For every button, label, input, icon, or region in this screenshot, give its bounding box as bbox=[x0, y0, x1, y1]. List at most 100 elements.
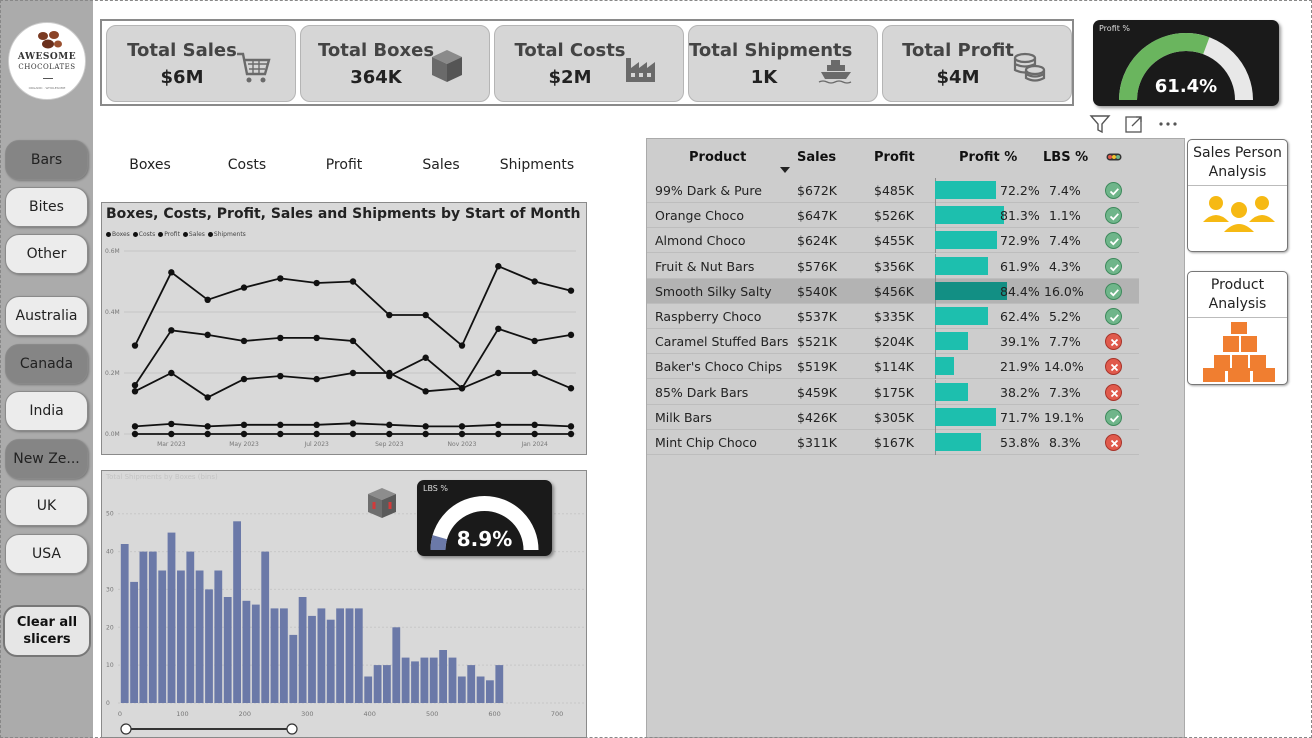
table-row[interactable]: 99% Dark & Pure $672K $485K 72.2% 7.4% bbox=[647, 178, 1139, 203]
data-point-boxes[interactable] bbox=[349, 420, 357, 427]
category-slicer-bars[interactable]: Bars bbox=[5, 140, 88, 180]
data-point-shipments[interactable] bbox=[422, 430, 429, 438]
column-header-lbs-pct[interactable]: LBS % bbox=[1043, 150, 1088, 165]
data-point-costs[interactable] bbox=[131, 388, 139, 395]
data-point-shipments[interactable] bbox=[313, 430, 320, 438]
histogram-bar[interactable] bbox=[495, 665, 504, 703]
histogram-bar[interactable] bbox=[205, 589, 213, 703]
histogram-bar[interactable] bbox=[383, 665, 391, 703]
data-point-costs[interactable] bbox=[168, 369, 175, 377]
data-point-sales[interactable] bbox=[495, 263, 502, 270]
data-point-boxes[interactable] bbox=[422, 423, 429, 430]
data-point-shipments[interactable] bbox=[567, 430, 575, 438]
data-point-costs[interactable] bbox=[349, 369, 357, 377]
data-point-profit[interactable] bbox=[567, 331, 575, 339]
histogram-bar[interactable] bbox=[186, 551, 195, 703]
data-point-profit[interactable] bbox=[495, 325, 502, 332]
data-point-boxes[interactable] bbox=[567, 423, 575, 430]
data-point-shipments[interactable] bbox=[168, 430, 175, 438]
histogram-bar[interactable] bbox=[439, 650, 447, 703]
country-slicer-usa[interactable]: USA bbox=[5, 534, 88, 574]
histogram-chart[interactable]: Total Shipments by Boxes (bins) 0 10 20 30 4… bbox=[101, 470, 587, 738]
measure-option-shipments[interactable]: Shipments bbox=[492, 157, 582, 173]
sales-person-analysis-button[interactable]: Sales Person Analysis bbox=[1187, 139, 1288, 252]
data-point-costs[interactable] bbox=[277, 372, 284, 380]
data-point-boxes[interactable] bbox=[204, 423, 211, 430]
product-analysis-button[interactable]: Product Analysis bbox=[1187, 271, 1288, 385]
data-point-profit[interactable] bbox=[422, 354, 429, 361]
data-point-costs[interactable] bbox=[313, 375, 320, 383]
data-point-shipments[interactable] bbox=[386, 430, 393, 438]
histogram-bar[interactable] bbox=[233, 521, 241, 703]
lbs-gauge[interactable]: LBS % 8.9% bbox=[417, 480, 552, 556]
data-point-shipments[interactable] bbox=[495, 430, 502, 438]
table-row[interactable]: Orange Choco $647K $526K 81.3% 1.1% bbox=[647, 203, 1139, 229]
measure-option-sales[interactable]: Sales bbox=[396, 157, 486, 173]
sort-descending-icon[interactable] bbox=[780, 167, 790, 173]
data-point-costs[interactable] bbox=[386, 369, 393, 377]
data-point-costs[interactable] bbox=[567, 385, 575, 392]
data-point-profit[interactable] bbox=[131, 382, 139, 389]
table-row[interactable]: 85% Dark Bars $459K $175K 38.2% 7.3% bbox=[647, 379, 1139, 405]
data-point-costs[interactable] bbox=[495, 369, 502, 377]
histogram-bar[interactable] bbox=[139, 551, 148, 703]
data-point-boxes[interactable] bbox=[458, 423, 466, 430]
data-point-sales[interactable] bbox=[458, 342, 466, 349]
histogram-bar[interactable] bbox=[223, 597, 232, 703]
histogram-bar[interactable] bbox=[251, 604, 260, 703]
histogram-bar[interactable] bbox=[345, 608, 354, 703]
data-point-sales[interactable] bbox=[422, 311, 429, 319]
data-point-sales[interactable] bbox=[349, 278, 357, 285]
data-point-profit[interactable] bbox=[168, 327, 175, 334]
data-point-sales[interactable] bbox=[168, 269, 175, 276]
filter-icon[interactable] bbox=[1088, 113, 1112, 135]
table-row[interactable]: Almond Choco $624K $455K 72.9% 7.4% bbox=[647, 228, 1139, 254]
column-header-profit-pct[interactable]: Profit % bbox=[959, 150, 1017, 165]
data-point-sales[interactable] bbox=[386, 311, 393, 319]
data-point-shipments[interactable] bbox=[349, 430, 357, 438]
histogram-bar[interactable] bbox=[373, 665, 382, 703]
data-point-sales[interactable] bbox=[204, 296, 211, 303]
histogram-bar[interactable] bbox=[130, 581, 138, 703]
data-point-shipments[interactable] bbox=[458, 430, 466, 438]
histogram-bar[interactable] bbox=[429, 657, 438, 703]
data-point-boxes[interactable] bbox=[168, 420, 175, 428]
data-point-costs[interactable] bbox=[531, 369, 538, 377]
data-point-shipments[interactable] bbox=[204, 430, 211, 438]
table-row[interactable]: Smooth Silky Salty $540K $456K 84.4% 16.0% bbox=[647, 278, 1139, 304]
data-point-sales[interactable] bbox=[240, 284, 248, 291]
histogram-bar[interactable] bbox=[195, 570, 204, 704]
histogram-bar[interactable] bbox=[326, 619, 335, 703]
table-row[interactable]: Baker's Choco Chips $519K $114K 21.9% 14.0% bbox=[647, 354, 1139, 380]
table-row[interactable]: Mint Chip Choco $311K $167K 53.8% 8.3% bbox=[647, 430, 1139, 455]
country-slicer-india[interactable]: India bbox=[5, 391, 88, 431]
measure-option-profit[interactable]: Profit bbox=[299, 157, 389, 173]
histogram-bar[interactable] bbox=[242, 600, 251, 703]
category-slicer-other[interactable]: Other bbox=[5, 234, 88, 274]
data-point-costs[interactable] bbox=[422, 388, 429, 395]
zoom-slider-handle-start[interactable] bbox=[120, 723, 132, 735]
data-point-boxes[interactable] bbox=[313, 421, 320, 429]
table-row[interactable]: Fruit & Nut Bars $576K $356K 61.9% 4.3% bbox=[647, 253, 1139, 279]
data-point-shipments[interactable] bbox=[240, 430, 248, 438]
histogram-bar[interactable] bbox=[158, 570, 167, 704]
category-slicer-bites[interactable]: Bites bbox=[5, 187, 88, 227]
data-point-profit[interactable] bbox=[349, 337, 357, 345]
histogram-bar[interactable] bbox=[298, 597, 307, 703]
column-header-profit[interactable]: Profit bbox=[874, 150, 915, 165]
histogram-bar[interactable] bbox=[476, 676, 485, 704]
data-point-costs[interactable] bbox=[240, 375, 248, 383]
table-row[interactable]: Raspberry Choco $537K $335K 62.4% 5.2% bbox=[647, 304, 1139, 329]
data-point-sales[interactable] bbox=[567, 287, 575, 294]
data-point-boxes[interactable] bbox=[131, 423, 139, 430]
data-point-shipments[interactable] bbox=[531, 430, 538, 438]
country-slicer-australia[interactable]: Australia bbox=[5, 296, 88, 336]
histogram-bar[interactable] bbox=[214, 570, 223, 704]
country-slicer-canada[interactable]: Canada bbox=[5, 344, 88, 384]
table-row[interactable]: Caramel Stuffed Bars $521K $204K 39.1% 7.7% bbox=[647, 329, 1139, 355]
histogram-bar[interactable] bbox=[457, 676, 466, 704]
focus-mode-icon[interactable] bbox=[1122, 113, 1146, 135]
data-point-profit[interactable] bbox=[240, 337, 248, 345]
histogram-bar[interactable] bbox=[148, 551, 157, 703]
histogram-bar[interactable] bbox=[177, 570, 185, 704]
